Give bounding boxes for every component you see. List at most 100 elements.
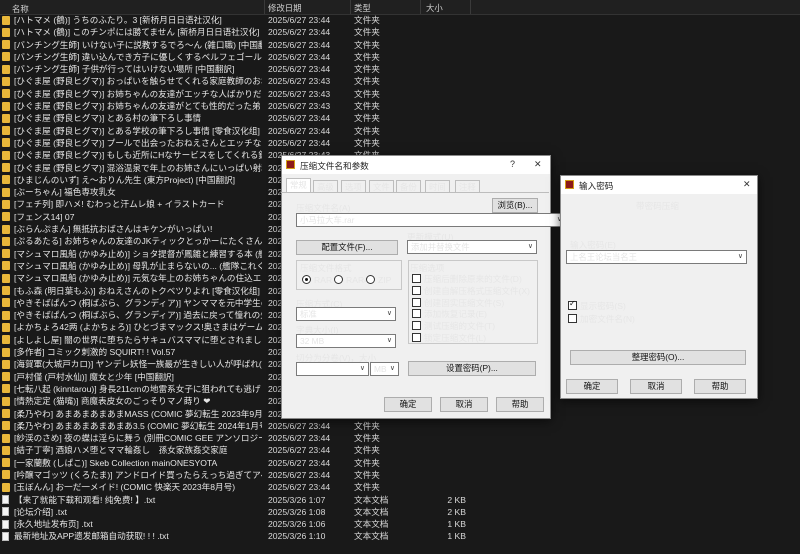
file-row[interactable]: [论坛介绍] .txt 2025/3/26 1:08 文本文档 2 KB (0, 506, 800, 518)
encrypt-filenames-checkbox[interactable]: 加密文件名(N) (568, 313, 635, 325)
password-help-button[interactable]: 帮助 (694, 379, 746, 394)
folder-icon (2, 359, 10, 369)
file-row[interactable]: [バンチング生師] 違い込んでき方子に優しくするベルフェゴール (モン... 20… (0, 51, 800, 63)
option-checkbox[interactable]: 压缩后删除原来的文件(D) (412, 273, 522, 285)
file-type: 文本文档 (354, 494, 389, 505)
archive-dialog-titlebar[interactable]: 压缩文件名和参数 ? ✕ (282, 156, 550, 174)
set-password-button[interactable]: 设置密码(P)... (408, 361, 536, 376)
column-divider[interactable] (264, 0, 265, 14)
tab-0[interactable]: 常规 (286, 178, 311, 193)
dictionary-select[interactable]: 32 MB (296, 334, 396, 348)
column-divider[interactable] (350, 0, 351, 14)
column-header-size[interactable]: 大小 (426, 2, 443, 14)
column-divider[interactable] (470, 0, 471, 14)
file-row[interactable]: [ひぐま屋 (野良ヒグマ)] プールで出会ったおねえさんとエッチな関係に... 2… (0, 137, 800, 149)
option-checkbox[interactable]: 创建自解压格式压缩文件(X) (412, 285, 530, 297)
file-type: 文件夹 (354, 39, 380, 50)
file-row[interactable]: [ハトマメ (鶴)] このチンポには勝てません [新桥月日日语社汉化] [DL版… (0, 26, 800, 38)
file-row[interactable]: [バンチング生師] 子供が行ってはいけない場所 [中国翻訳] 2025/6/27 … (0, 63, 800, 75)
browse-button[interactable]: 浏览(B)... (492, 198, 538, 213)
file-list-header: ⌃ 名称 修改日期 类型 大小 (0, 0, 800, 15)
file-type: 文本文档 (354, 531, 389, 542)
ok-button[interactable]: 确定 (384, 397, 432, 412)
archive-filename-input[interactable]: 小马拉大车.rar (296, 213, 566, 227)
file-name: [バンチング生師] 子供が行ってはいけない場所 [中国翻訳] (14, 64, 235, 75)
file-type: 文件夹 (354, 88, 380, 99)
folder-icon (2, 445, 10, 455)
file-date: 2025/6/27 23:44 (268, 113, 331, 124)
file-date: 2025/3/26 1:06 (268, 519, 326, 530)
column-header-date[interactable]: 修改日期 (268, 2, 302, 14)
file-type: 文件夹 (354, 482, 380, 493)
file-row[interactable]: 【来了就能下载和观看! 纯免费! 】.txt 2025/3/26 1:07 文本文档… (0, 494, 800, 506)
file-row[interactable]: [ひぐま屋 (野良ヒグマ)] お姉ちゃんの友達がエッチな人ばかりだったか... 2… (0, 88, 800, 100)
option-checkbox[interactable]: 添加恢复记录(E) (412, 308, 487, 320)
file-row[interactable]: [一家蘭敷 (しぱこ)] Skeb Collection mainONESYOT… (0, 457, 800, 469)
file-row[interactable]: [ひぐま屋 (野良ヒグマ)] とある学校の筆下ろし事情 [零食汉化组] 2025/… (0, 125, 800, 137)
close-icon[interactable]: ✕ (534, 159, 542, 170)
file-row[interactable]: [結子丁寧] 酒娘ハメ堕とママ輪姦し 孫女家族姦交家庭 2025/6/27 23:… (0, 444, 800, 456)
file-row[interactable]: [ひぐま屋 (野良ヒグマ)] おっぱいを触らせてくれる家庭教師のおねえさ... 2… (0, 75, 800, 87)
update-mode-select[interactable]: 添加并替换文件 (407, 240, 537, 254)
method-select[interactable]: 标准 (296, 307, 396, 321)
password-cancel-button[interactable]: 取消 (630, 379, 682, 394)
format-radio-zip[interactable]: ZIP (366, 275, 391, 285)
file-type: 文件夹 (354, 76, 380, 87)
column-header-type[interactable]: 类型 (354, 2, 371, 14)
file-date: 2025/6/27 23:44 (268, 433, 331, 444)
file-row[interactable]: [ハトマメ (鶴)] うちのふたり。3 [新桥月日日语社汉化] 2025/6/27… (0, 14, 800, 26)
folder-icon (2, 187, 10, 197)
close-icon[interactable]: ✕ (743, 179, 751, 190)
file-row[interactable]: [玉ぼんん] お一だ一メイド! (COMIC 快楽天 2023年8月号) 2025… (0, 481, 800, 493)
folder-icon (2, 470, 10, 480)
help-question-button[interactable]: ? (510, 159, 515, 169)
cancel-button[interactable]: 取消 (440, 397, 488, 412)
help-button[interactable]: 帮助 (496, 397, 544, 412)
option-checkbox[interactable]: 创建固实压缩文件(S) (412, 297, 504, 309)
file-name: [やきそばぱんつ (桐ばぶら、グランディア)] ヤンママを元中学生の皮中に... (14, 297, 262, 308)
format-radio-rar[interactable]: RAR (302, 275, 332, 285)
column-divider[interactable] (420, 0, 421, 14)
file-row[interactable]: [吟醸マゴッツ (くろたま)] アンドロイド買ったらえっち過ぎてアヘらさ... 2… (0, 469, 800, 481)
split-unit-select[interactable]: MB (370, 362, 399, 376)
file-date: 2025/3/26 1:07 (268, 494, 326, 505)
file-row[interactable]: [柔乃やわ] あまあまあまあまあ3.5 (COMIC 夢幻転生 2024年1月号… (0, 420, 800, 432)
folder-icon (2, 335, 10, 345)
folder-icon (2, 199, 10, 209)
folder-icon (2, 384, 10, 394)
file-row[interactable]: [紗渓のさめ] 夜の蝶は淫らに舞う (別冊COMIC GEE アンソロジー 人妻… (0, 432, 800, 444)
file-row[interactable]: [ひぐま屋 (野良ヒグマ)] お姉ちゃんの友達がとても性的だった弟くんの... 2… (0, 100, 800, 112)
profiles-button[interactable]: 配置文件(F)... (296, 240, 398, 255)
file-name: [バンチング生師] いけない子に説教するでろ～ん (雑口職) [中国翻訳] (14, 39, 262, 50)
password-input[interactable]: 上名王论坛当名王 (566, 250, 747, 264)
folder-icon (2, 224, 10, 234)
file-date: 2025/3/26 1:10 (268, 531, 326, 542)
option-checkbox[interactable]: 锁定压缩文件(L) (412, 332, 486, 344)
file-size: 1 KB (447, 519, 466, 530)
file-name: [ひぐま屋 (野良ヒグマ)] もしも近所にHなサービスをしてくれる銭湯が... (14, 150, 262, 161)
option-checkbox[interactable]: 测试压缩的文件(T) (412, 320, 495, 332)
file-row[interactable]: [永久地址发布页] .txt 2025/3/26 1:06 文本文档 1 KB (0, 518, 800, 530)
password-ok-button[interactable]: 确定 (566, 379, 618, 394)
file-name: [ぶらんぷまん] 無抵抗おばさんはキケンがいっぱい! (14, 224, 213, 235)
file-name: [紗渓のさめ] 夜の蝶は淫らに舞う (別冊COMIC GEE アンソロジー 人妻… (14, 433, 262, 444)
show-password-checkbox[interactable]: 显示密码(S) (568, 299, 626, 312)
file-name: [玉ぼんん] お一だ一メイド! (COMIC 快楽天 2023年8月号) (14, 482, 236, 493)
password-dialog-titlebar[interactable]: 输入密码 ✕ (561, 176, 757, 194)
text-file-icon (2, 531, 9, 541)
split-size-input[interactable] (296, 362, 369, 376)
file-size: 2 KB (447, 494, 466, 505)
file-name: [結子丁寧] 酒娘ハメ堕とママ輪姦し 孫女家族姦交家庭 (14, 445, 228, 456)
format-radio-rar4[interactable]: RAR4 (334, 275, 369, 285)
file-row[interactable]: [バンチング生師] いけない子に説教するでろ～ん (雑口職) [中国翻訳] 202… (0, 39, 800, 51)
file-date: 2025/6/27 23:44 (268, 64, 331, 75)
file-name: [ひぐま屋 (野良ヒグマ)] お姉ちゃんの友達がとても性的だった弟くんの... (14, 101, 262, 112)
folder-icon (2, 15, 10, 25)
organize-passwords-button[interactable]: 整理密码(O)... (570, 350, 746, 365)
file-row[interactable]: 最新地址及APP遗发邮箱自动获取! ! ! .txt 2025/3/26 1:10… (0, 530, 800, 542)
text-file-icon (2, 495, 9, 505)
folder-icon (2, 113, 10, 123)
file-row[interactable]: [ひぐま屋 (野良ヒグマ)] とある村の筆下ろし事情 2025/6/27 23:4… (0, 112, 800, 124)
folder-icon (2, 261, 10, 271)
file-name: [吟醸マゴッツ (くろたま)] アンドロイド買ったらえっち過ぎてアヘらさ... (14, 469, 262, 480)
